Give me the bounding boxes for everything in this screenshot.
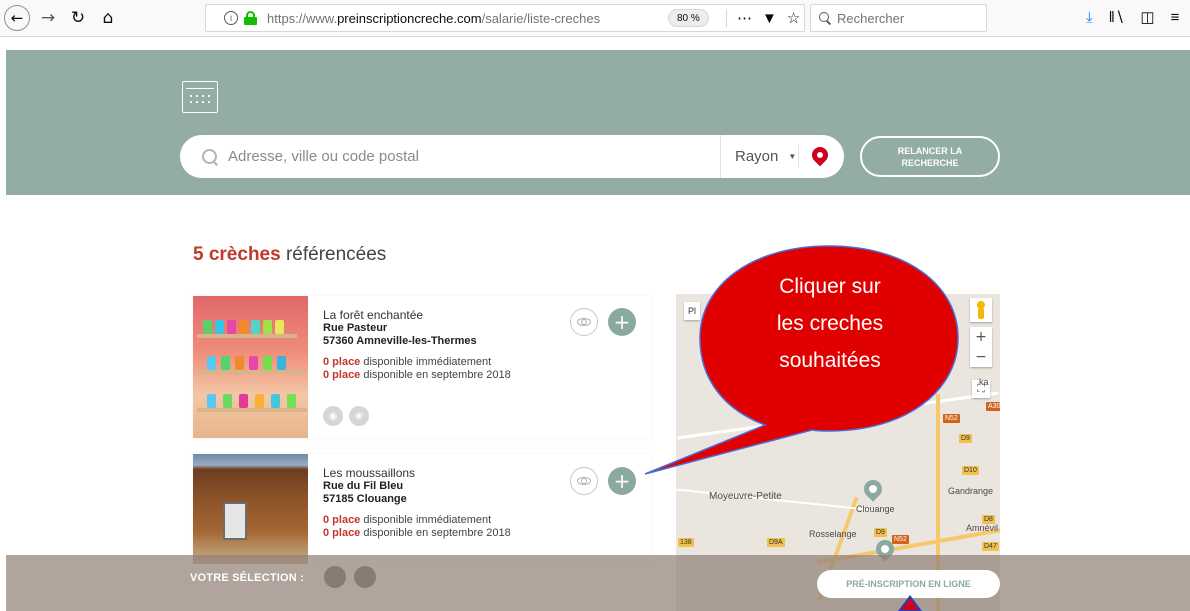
selection-slot	[354, 566, 376, 588]
road-badge: D9	[959, 434, 972, 443]
calendar-icon	[182, 81, 218, 113]
road-badge: A30	[986, 402, 1000, 411]
info-icon[interactable]: i	[224, 11, 238, 25]
ellipsis-icon[interactable]: ⋯	[737, 9, 752, 27]
results-heading: 5 crèches référencées	[193, 244, 387, 265]
back-arrow-icon[interactable]: ←	[4, 5, 30, 31]
browser-search-placeholder: Rechercher	[837, 10, 905, 26]
online-preregistration-button[interactable]: PRÉ-INSCRIPTION EN LIGNE	[817, 570, 1000, 598]
selection-label: VOTRE SÉLECTION :	[190, 572, 305, 584]
hamburger-menu-icon[interactable]: ≡	[1171, 9, 1180, 26]
creche-card[interactable]: Les moussaillons Rue du Fil Bleu 57185 C…	[193, 454, 651, 564]
creche-info: Les moussaillons Rue du Fil Bleu 57185 C…	[323, 466, 563, 540]
meal-icon: ◉	[323, 406, 343, 426]
divider	[726, 9, 727, 27]
creche-tags: ◉ ❀	[323, 406, 369, 426]
map-label: Gandrange	[948, 486, 994, 496]
road-badge: D8	[982, 515, 995, 524]
map-marker-icon[interactable]	[860, 476, 886, 502]
eye-icon	[577, 318, 591, 326]
map-zoom-control[interactable]: + −	[970, 327, 992, 367]
search-bar: Rayon ▼	[180, 135, 844, 178]
library-icon[interactable]: ‖∖	[1109, 8, 1125, 26]
address-search-input[interactable]	[228, 148, 728, 165]
search-band: Rayon ▼ RELANCER LA RECHERCHE	[6, 50, 1190, 195]
plus-icon: +	[613, 469, 631, 493]
radius-label: Rayon	[735, 148, 779, 165]
add-to-selection-button[interactable]: +	[608, 467, 636, 495]
lock-icon[interactable]	[244, 11, 257, 25]
availability: 0 place disponible immédiatement 0 place…	[323, 356, 563, 382]
url-bar[interactable]: i https://www.preinscriptioncreche.com/s…	[205, 4, 805, 32]
divider	[798, 145, 799, 168]
road-badge: D9A	[767, 538, 785, 547]
availability-count: 0 place	[323, 514, 361, 526]
creche-name[interactable]: La forêt enchantée	[323, 308, 563, 322]
location-pin-icon[interactable]	[808, 143, 832, 167]
zoom-out-icon[interactable]: −	[970, 347, 992, 367]
view-details-button[interactable]	[570, 467, 598, 495]
sidebar-icon[interactable]: ◫	[1140, 8, 1154, 26]
callout-text: Cliquer sur les creches souhaitées	[776, 275, 884, 372]
map-type-control[interactable]: Pl	[684, 302, 701, 320]
view-details-button[interactable]	[570, 308, 598, 336]
availability-count: 0 place	[323, 527, 361, 539]
map-label: Moyeuvre-Petite	[709, 491, 782, 502]
home-icon[interactable]: ⌂	[96, 5, 120, 31]
pocket-icon[interactable]: ▼	[762, 10, 777, 27]
road-badge: D10	[962, 466, 979, 475]
road-badge: D9	[874, 528, 887, 537]
availability-count: 0 place	[323, 369, 361, 381]
reload-icon[interactable]: ↻	[66, 5, 90, 31]
browser-toolbar: ← → ↻ ⌂ i https://www.preinscriptioncrec…	[0, 0, 1190, 37]
availability: 0 place disponible immédiatement 0 place…	[323, 514, 563, 540]
pegman-icon[interactable]	[970, 298, 992, 322]
plus-icon: +	[613, 310, 631, 334]
creche-info: La forêt enchantée Rue Pasteur 57360 Amn…	[323, 308, 563, 382]
search-icon	[819, 12, 831, 24]
creche-photo	[193, 296, 308, 438]
leaf-icon: ❀	[349, 406, 369, 426]
arrow-marker-icon	[898, 595, 922, 611]
caret-down-icon: ▼	[788, 152, 797, 161]
creche-street: Rue Pasteur	[323, 322, 388, 334]
map-label: Clouange	[856, 504, 895, 514]
download-icon[interactable]: ⤓	[1086, 9, 1093, 26]
creche-photo	[193, 454, 308, 564]
radius-select[interactable]: Rayon ▼	[720, 135, 796, 178]
search-icon	[202, 148, 218, 165]
creche-city: 57185 Clouange	[323, 493, 407, 505]
availability-text: disponible en septembre 2018	[360, 527, 511, 539]
availability-text: disponible en septembre 2018	[360, 369, 511, 381]
creche-street: Rue du Fil Bleu	[323, 480, 404, 492]
star-icon[interactable]: ☆	[787, 9, 800, 27]
relaunch-search-button[interactable]: RELANCER LA RECHERCHE	[860, 136, 1000, 177]
availability-text: disponible immédiatement	[360, 356, 492, 368]
availability-text: disponible immédiatement	[360, 514, 492, 526]
eye-icon	[577, 477, 591, 485]
road-badge: N52	[943, 414, 960, 423]
road-badge: N52	[892, 535, 909, 544]
toolbar-icons: ⤓ ‖∖ ◫ ≡	[1086, 8, 1180, 27]
zoom-in-icon[interactable]: +	[970, 327, 992, 347]
browser-search-bar[interactable]: Rechercher	[810, 4, 987, 32]
creche-card[interactable]: La forêt enchantée Rue Pasteur 57360 Amn…	[193, 296, 651, 438]
selection-bar: VOTRE SÉLECTION : PRÉ-INSCRIPTION EN LIG…	[6, 555, 1190, 611]
add-to-selection-button[interactable]: +	[608, 308, 636, 336]
url-text[interactable]: https://www.preinscriptioncreche.com/sal…	[267, 11, 600, 26]
zoom-level-badge[interactable]: 80 %	[668, 9, 709, 27]
availability-count: 0 place	[323, 356, 361, 368]
selection-slot	[324, 566, 346, 588]
url-actions: ⋯ ▼ ☆	[726, 9, 800, 27]
map-label: Amnévil	[966, 523, 999, 533]
map-label: Rosselange	[809, 529, 857, 539]
creche-name[interactable]: Les moussaillons	[323, 466, 563, 480]
forward-arrow-icon[interactable]: →	[36, 5, 60, 31]
road-badge: 138	[678, 538, 694, 547]
creche-city: 57360 Amneville-les-Thermes	[323, 335, 477, 347]
road-badge: D47	[982, 542, 999, 551]
